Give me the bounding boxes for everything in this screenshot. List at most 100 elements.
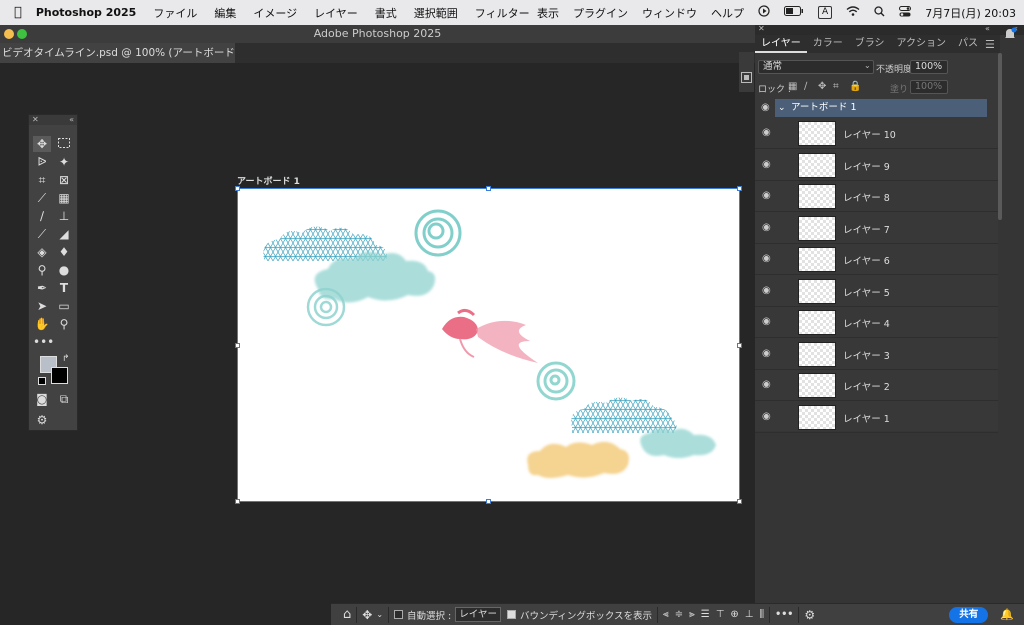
layer-row[interactable]: ◉ レイヤー 3 (755, 339, 998, 370)
window-zoom-button[interactable] (17, 29, 27, 39)
path-selection-tool-icon[interactable]: ➤ (33, 298, 51, 314)
lock-image-icon[interactable]: ∕ (804, 81, 807, 92)
info-panel-icon[interactable] (741, 72, 752, 86)
document-tab[interactable]: ビデオタイムライン.psd @ 100% (アートボード 1, RGB/8#) (0, 43, 235, 63)
tools-panel-header[interactable]: ✕ « (29, 115, 77, 125)
share-button[interactable]: 共有 (949, 606, 989, 623)
panel-menu-icon[interactable]: ☰ (985, 38, 995, 51)
auto-select-checkbox[interactable] (394, 610, 404, 619)
media-play-icon[interactable] (758, 5, 770, 20)
layer-row[interactable]: ◉ レイヤー 2 (755, 370, 998, 401)
tab-actions[interactable]: アクション (891, 35, 953, 53)
layer-row[interactable]: ◉ レイヤー 1 (755, 402, 998, 433)
paint-bucket-tool-icon[interactable]: ◈ (33, 244, 51, 260)
lock-transparent-icon[interactable]: ▦ (788, 81, 797, 92)
window-close-button[interactable] (4, 29, 14, 39)
tab-brushes[interactable]: ブラシ (849, 35, 891, 53)
menubar-clock[interactable]: 7月7日(月) 20:03 (925, 5, 1016, 21)
menu-view[interactable]: 表示 (537, 5, 559, 21)
hand-tool-icon[interactable]: ✋ (33, 316, 51, 332)
frame-tool-icon[interactable]: ⊠ (55, 172, 73, 188)
visibility-eye-icon[interactable]: ◉ (762, 411, 771, 422)
artboard-canvas[interactable] (235, 186, 742, 504)
quick-mask-icon[interactable]: ◙ (33, 391, 51, 407)
resize-handle-top-right[interactable] (737, 186, 742, 191)
notification-bell-icon[interactable] (1003, 27, 1017, 44)
menu-type[interactable]: 書式 (375, 5, 397, 21)
layer-row[interactable]: ◉ レイヤー 5 (755, 276, 998, 307)
default-colors-icon[interactable] (38, 377, 46, 385)
bounding-box-checkbox[interactable] (506, 610, 516, 619)
zoom-tool-icon[interactable]: ⚲ (55, 316, 73, 332)
menu-select[interactable]: 選択範囲 (414, 5, 458, 21)
magic-wand-tool-icon[interactable]: ✦ (55, 154, 73, 170)
history-brush-tool-icon[interactable]: ⟋ (33, 226, 51, 242)
menu-help[interactable]: ヘルプ (711, 5, 744, 21)
opacity-field[interactable]: 100% (910, 60, 948, 74)
resize-handle-left[interactable] (235, 343, 240, 348)
resize-handle-top[interactable] (486, 186, 491, 191)
crop-tool-icon[interactable]: ⌗ (33, 172, 51, 188)
type-tool-icon[interactable]: T (55, 280, 73, 296)
visibility-eye-icon[interactable]: ◉ (762, 348, 771, 359)
marquee-tool-icon[interactable] (55, 136, 73, 152)
layer-row[interactable]: ◉ レイヤー 6 (755, 244, 998, 275)
visibility-eye-icon[interactable]: ◉ (762, 285, 771, 296)
visibility-eye-icon[interactable]: ◉ (762, 316, 771, 327)
wifi-icon[interactable] (846, 6, 860, 19)
align-bottom-icon[interactable]: ⊥ (745, 609, 754, 620)
menu-edit[interactable]: 編集 (214, 5, 236, 21)
layer-row[interactable]: ◉ レイヤー 10 (755, 118, 998, 149)
more-options-button[interactable]: ••• (775, 609, 793, 620)
move-tool-icon[interactable]: ✥ (362, 608, 372, 622)
tab-paths[interactable]: パス (952, 35, 984, 53)
artboard-group-row[interactable]: ⌄ アートボード 1 (775, 99, 987, 117)
layer-row[interactable]: ◉ レイヤー 7 (755, 213, 998, 244)
align-middle-icon[interactable]: ⊕ (730, 609, 738, 620)
menu-window[interactable]: ウィンドウ (642, 5, 697, 21)
blur-tool-icon[interactable]: ♦ (55, 244, 73, 260)
close-icon[interactable]: ✕ (758, 24, 765, 33)
spotlight-search-icon[interactable] (874, 5, 885, 20)
close-icon[interactable]: ✕ (32, 115, 39, 124)
distribute-icon[interactable]: ☰ (701, 609, 710, 620)
menu-file[interactable]: ファイル (153, 5, 197, 21)
lasso-tool-icon[interactable]: ᐉ (33, 154, 51, 170)
spot-healing-tool-icon[interactable]: ▦ (55, 190, 73, 206)
resize-handle-top-left[interactable] (235, 186, 240, 191)
layer-row[interactable]: ◉ レイヤー 4 (755, 307, 998, 338)
more-tools-icon[interactable]: ••• (33, 334, 54, 350)
apple-icon[interactable]:  (14, 5, 22, 20)
visibility-eye-icon[interactable]: ◉ (762, 159, 771, 170)
visibility-eye-icon[interactable]: ◉ (761, 102, 770, 113)
chevron-down-icon[interactable]: ⌄ (376, 610, 383, 619)
align-top-icon[interactable]: ⊤ (716, 609, 725, 620)
visibility-eye-icon[interactable]: ◉ (762, 222, 771, 233)
edit-toolbar-icon[interactable]: ⚙ (33, 412, 51, 428)
visibility-eye-icon[interactable]: ◉ (762, 253, 771, 264)
tab-color[interactable]: カラー (807, 35, 849, 53)
background-color-swatch[interactable] (51, 367, 68, 384)
move-tool-icon[interactable]: ✥ (33, 136, 51, 152)
align-right-icon[interactable]: ⫸ (689, 609, 695, 620)
visibility-eye-icon[interactable]: ◉ (762, 190, 771, 201)
pen-tool-icon[interactable]: ✒ (33, 280, 51, 296)
align-center-h-icon[interactable]: ≑ (675, 609, 683, 620)
lock-artboard-icon[interactable]: ⌗ (833, 81, 839, 92)
collapse-icon[interactable]: « (69, 115, 74, 124)
eyedropper-tool-icon[interactable]: ⟋ (33, 190, 51, 206)
brush-tool-icon[interactable]: ∕ (33, 208, 51, 224)
distribute-vertical-icon[interactable]: ⫼ (760, 609, 765, 620)
blend-mode-select[interactable]: 通常 (758, 60, 874, 74)
menu-image[interactable]: イメージ (253, 5, 297, 21)
battery-icon[interactable] (784, 6, 804, 19)
panel-scrollbar[interactable] (998, 53, 1002, 220)
swap-colors-icon[interactable]: ↱ (62, 354, 70, 364)
dodge-tool-icon[interactable]: ⚲ (33, 262, 51, 278)
menu-filter[interactable]: フィルター (475, 5, 530, 21)
visibility-eye-icon[interactable]: ◉ (762, 127, 771, 138)
visibility-eye-icon[interactable]: ◉ (762, 379, 771, 390)
auto-select-dropdown[interactable]: レイヤー (455, 607, 501, 622)
menu-layer[interactable]: レイヤー (314, 5, 358, 21)
control-center-icon[interactable] (899, 5, 912, 20)
